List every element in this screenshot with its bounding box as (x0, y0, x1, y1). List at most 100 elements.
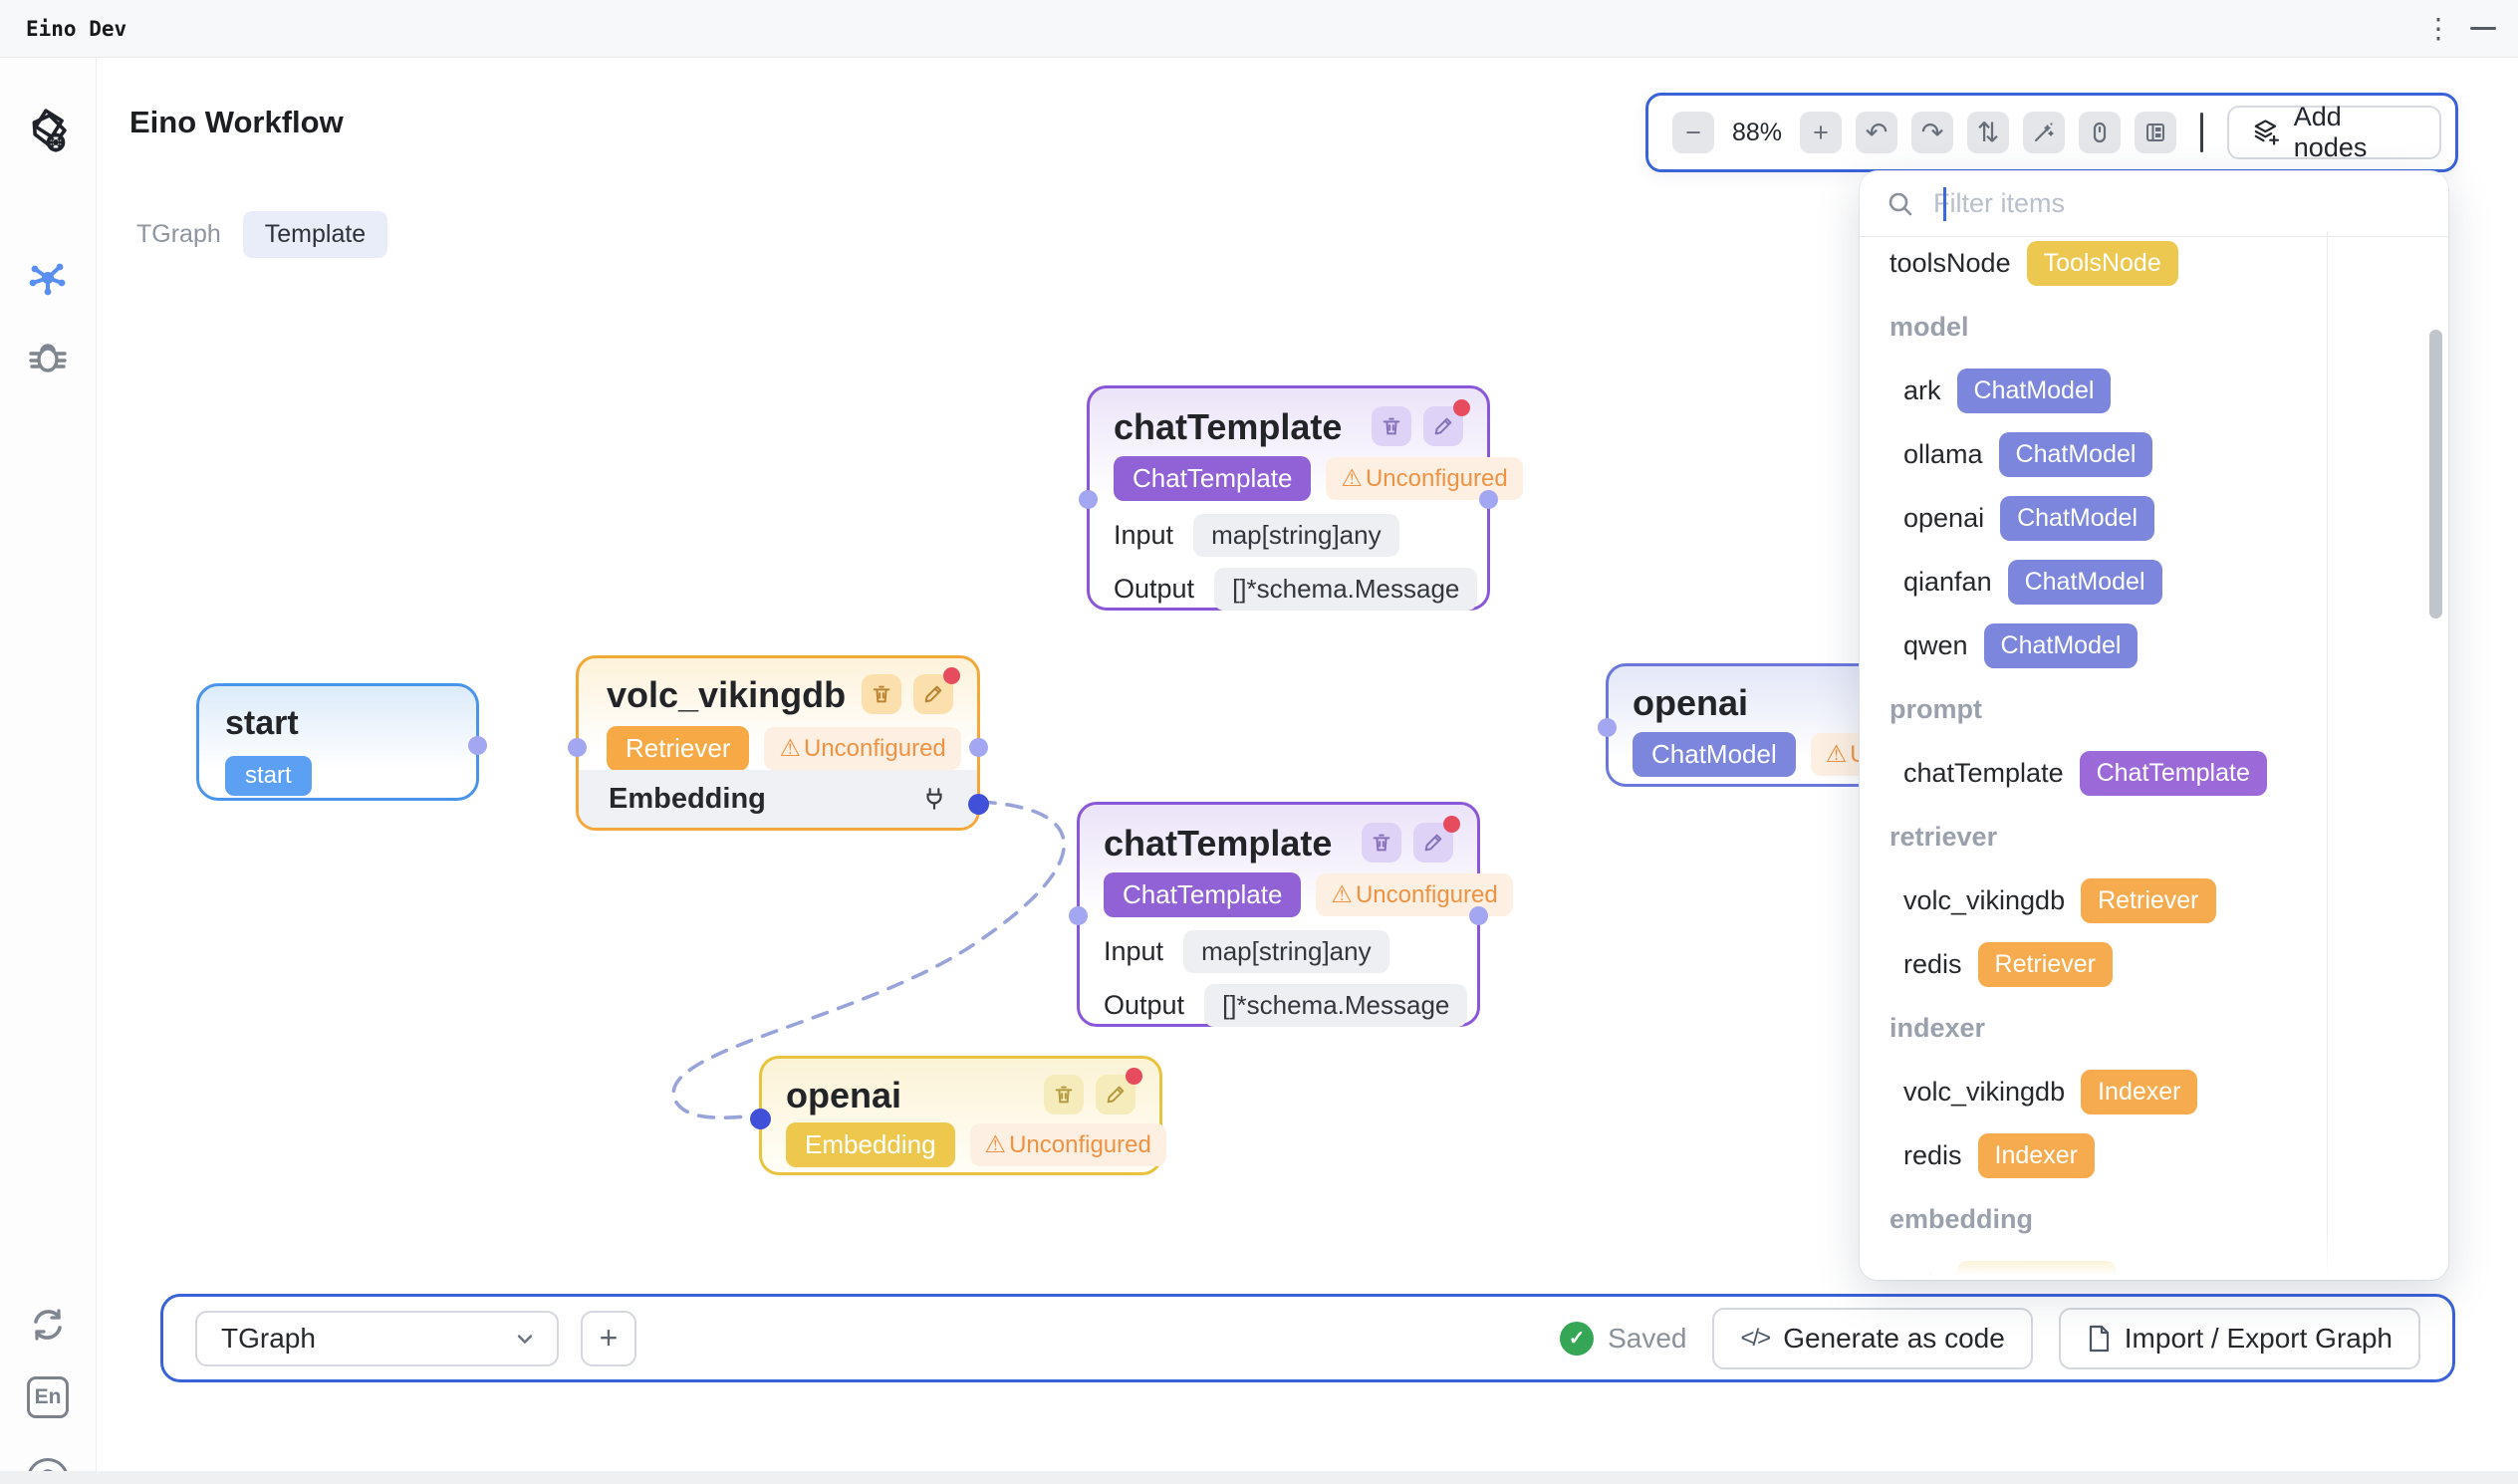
section-header-model: model (1860, 295, 2327, 359)
node-type-badge: Embedding (786, 1122, 955, 1167)
output-handle[interactable] (1479, 490, 1498, 509)
text-cursor (1943, 187, 1946, 221)
edit-node-button[interactable] (1423, 406, 1463, 446)
mouse-mode-button[interactable] (2079, 112, 2121, 153)
zoom-out-button[interactable]: − (1672, 112, 1714, 153)
input-label: Input (1114, 520, 1173, 551)
output-handle[interactable] (468, 736, 487, 755)
input-handle[interactable] (568, 738, 587, 757)
node-type-badge: ChatTemplate (1104, 872, 1301, 917)
node-type-badge: start (225, 756, 312, 796)
warning-icon: ⚠ (985, 1130, 1007, 1159)
toolbar-divider (2200, 113, 2203, 152)
input-handle[interactable] (1079, 490, 1098, 509)
workflow-graph-icon[interactable] (25, 257, 71, 303)
file-icon (2087, 1325, 2111, 1353)
unconfigured-alert-dot (1126, 1068, 1142, 1085)
sidebar: En ? (0, 58, 97, 1471)
embedding-port-handle[interactable] (968, 794, 989, 815)
generate-code-button[interactable]: </> Generate as code (1712, 1308, 2032, 1369)
list-item-volcvikingdb-indexer[interactable]: volc_vikingdbIndexer (1860, 1060, 2327, 1123)
warning-icon: ⚠ (1331, 880, 1353, 909)
window-titlebar: Eino Dev ⋮ (0, 0, 2518, 58)
input-type: map[string]any (1193, 514, 1399, 557)
list-item-ark-chatmodel[interactable]: arkChatModel (1860, 359, 2327, 422)
node-type-badge: Retriever (607, 726, 749, 771)
node-title: volc_vikingdb (607, 674, 846, 716)
tab-tgraph[interactable]: TGraph (136, 220, 221, 249)
filter-search[interactable] (1860, 171, 2448, 237)
node-chattemplate-middle[interactable]: chatTemplate ChatTemplate ⚠Unconfigured … (1077, 802, 1480, 1027)
node-type-badge: ChatModel (1633, 732, 1796, 777)
list-item-ark-embedding[interactable]: arkEmbedding (1860, 1251, 2327, 1280)
language-icon[interactable]: En (27, 1376, 69, 1418)
search-icon (1886, 189, 1915, 219)
filter-items-input[interactable] (1933, 188, 2422, 219)
add-nodes-button[interactable]: Add nodes (2227, 106, 2441, 159)
graph-bottom-bar: TGraph + ✓ Saved </> Generate as code Im… (160, 1294, 2455, 1382)
list-item-redis-retriever[interactable]: redisRetriever (1860, 932, 2327, 996)
edit-node-button[interactable] (913, 674, 953, 714)
warning-icon: ⚠ (1341, 464, 1363, 493)
saved-check-icon: ✓ (1560, 1322, 1594, 1356)
list-item-chattemplate[interactable]: chatTemplateChatTemplate (1860, 741, 2327, 805)
tab-template[interactable]: Template (243, 211, 387, 258)
node-chattemplate-top[interactable]: chatTemplate ChatTemplate ⚠Unconfigured … (1087, 385, 1490, 611)
delete-node-button[interactable] (1372, 406, 1411, 446)
node-title: chatTemplate (1104, 823, 1332, 865)
output-handle[interactable] (969, 738, 988, 757)
section-header-indexer: indexer (1860, 996, 2327, 1060)
kebab-menu-icon[interactable]: ⋮ (2424, 15, 2452, 43)
output-type: []*schema.Message (1204, 984, 1467, 1027)
list-item-toolsnode[interactable]: toolsNodeToolsNode (1860, 231, 2327, 295)
list-item-volcvikingdb-retriever[interactable]: volc_vikingdbRetriever (1860, 868, 2327, 932)
input-handle[interactable] (1598, 718, 1617, 737)
window-bottom-strip (0, 1471, 2518, 1484)
output-type: []*schema.Message (1214, 568, 1477, 611)
list-item-openai-chatmodel[interactable]: openaiChatModel (1860, 486, 2327, 550)
output-label: Output (1104, 990, 1184, 1021)
edit-node-button[interactable] (1413, 823, 1453, 863)
unconfigured-alert-dot (1453, 399, 1470, 416)
auto-layout-button[interactable]: ⇅ (1967, 112, 2009, 153)
window-title: Eino Dev (26, 17, 126, 41)
save-status: ✓ Saved (1560, 1322, 1686, 1356)
unconfigured-alert-dot (943, 667, 960, 684)
import-export-button[interactable]: Import / Export Graph (2059, 1308, 2420, 1369)
list-item-qwen-chatmodel[interactable]: qwenChatModel (1860, 614, 2327, 677)
node-openai-embedding[interactable]: openai Embedding ⚠Unconfigured (759, 1056, 1162, 1175)
unconfigured-chip: ⚠Unconfigured (970, 1123, 1166, 1166)
minimap-button[interactable] (2135, 112, 2176, 153)
app-logo-icon (21, 106, 75, 159)
code-icon: </> (1740, 1325, 1769, 1353)
list-item-ollama-chatmodel[interactable]: ollamaChatModel (1860, 422, 2327, 486)
undo-button[interactable]: ↶ (1856, 112, 1897, 153)
input-handle[interactable] (1069, 906, 1088, 925)
graph-tabs: TGraph Template (136, 211, 387, 258)
delete-node-button[interactable] (1044, 1075, 1084, 1114)
output-handle[interactable] (1469, 906, 1488, 925)
add-graph-button[interactable]: + (581, 1311, 636, 1366)
unconfigured-alert-dot (1443, 816, 1460, 833)
input-label: Input (1104, 936, 1163, 967)
list-item-redis-indexer[interactable]: redisIndexer (1860, 1123, 2327, 1187)
input-handle-connected[interactable] (750, 1109, 771, 1129)
delete-node-button[interactable] (1362, 823, 1401, 863)
debug-bug-icon[interactable] (26, 335, 70, 378)
node-start[interactable]: start start (196, 683, 479, 801)
output-label: Output (1114, 574, 1194, 605)
graph-select[interactable]: TGraph (195, 1311, 559, 1366)
unconfigured-chip: ⚠Unconfigured (764, 727, 960, 770)
zoom-in-button[interactable]: + (1800, 112, 1842, 153)
redo-button[interactable]: ↷ (1911, 112, 1953, 153)
magic-wand-button[interactable] (2023, 112, 2065, 153)
node-type-badge: ChatTemplate (1114, 456, 1311, 501)
list-item-qianfan-chatmodel[interactable]: qianfanChatModel (1860, 550, 2327, 614)
panel-scrollbar[interactable] (2429, 330, 2442, 618)
delete-node-button[interactable] (862, 674, 901, 714)
node-volc-vikingdb[interactable]: volc_vikingdb Retriever ⚠Unconfigured Em… (576, 655, 980, 831)
refresh-icon[interactable] (26, 1303, 70, 1347)
edit-node-button[interactable] (1096, 1075, 1135, 1114)
minimize-icon[interactable] (2470, 27, 2496, 30)
add-nodes-panel: toolsNodeToolsNode model arkChatModel ol… (1860, 171, 2448, 1280)
